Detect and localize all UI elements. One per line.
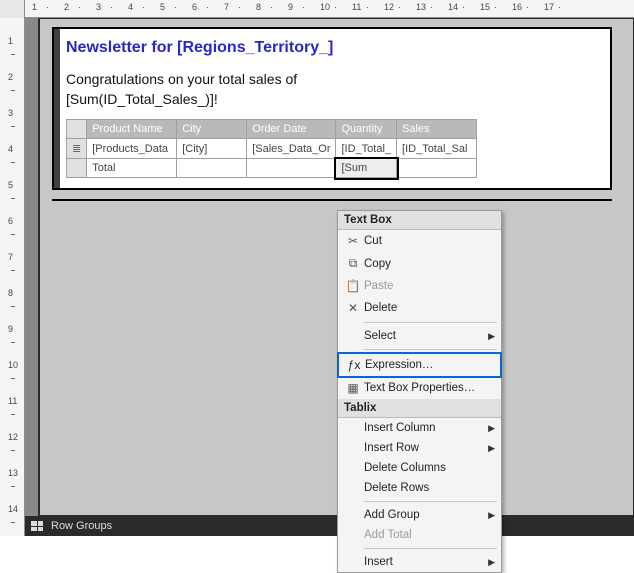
row-handle[interactable]: ≣: [67, 139, 87, 159]
ctx-label: Text Box Properties…: [364, 382, 495, 394]
col-header[interactable]: City: [177, 120, 247, 139]
col-header[interactable]: Order Date: [247, 120, 336, 139]
selected-cell[interactable]: [Sum: [336, 159, 397, 178]
ctx-paste: 📋 Paste: [338, 275, 501, 297]
ctx-cut[interactable]: ✂ Cut: [338, 230, 501, 252]
col-header[interactable]: Quantity: [336, 120, 397, 139]
delete-icon: ✕: [342, 301, 364, 315]
tablix-footer-row[interactable]: Total [Sum: [67, 159, 477, 178]
ctx-copy[interactable]: ⧉ Copy: [338, 252, 501, 275]
cut-icon: ✂: [342, 234, 364, 248]
row-handle[interactable]: [67, 120, 87, 139]
ctx-separator: [364, 548, 497, 549]
cell[interactable]: [Products_Data: [87, 139, 177, 159]
fx-icon: ƒx: [343, 358, 365, 372]
ctx-insert[interactable]: Insert ▶: [338, 552, 501, 572]
ctx-label: Select: [364, 330, 488, 342]
cell[interactable]: [City]: [177, 139, 247, 159]
col-header[interactable]: Product Name: [87, 120, 177, 139]
cell[interactable]: [177, 159, 247, 178]
ctx-header-tablix: Tablix: [338, 399, 501, 418]
ctx-separator: [364, 349, 497, 350]
ctx-label: Paste: [364, 280, 495, 292]
ctx-label: Delete Rows: [364, 482, 495, 494]
ctx-label: Expression…: [365, 359, 494, 371]
chevron-right-icon: ▶: [488, 510, 495, 521]
cell[interactable]: [247, 159, 336, 178]
ctx-delete-columns[interactable]: Delete Columns: [338, 458, 501, 478]
ctx-label: Cut: [364, 235, 495, 247]
ctx-label: Add Group: [364, 509, 488, 521]
ctx-delete[interactable]: ✕ Delete: [338, 297, 501, 319]
tablix-detail-row[interactable]: ≣ [Products_Data [City] [Sales_Data_Or […: [67, 139, 477, 159]
chevron-right-icon: ▶: [488, 557, 495, 568]
design-surface: Newsletter for [Regions_Territory_] Cong…: [25, 18, 634, 536]
ctx-insert-row[interactable]: Insert Row ▶: [338, 438, 501, 458]
tablix[interactable]: Product Name City Order Date Quantity Sa…: [66, 119, 598, 178]
row-handle[interactable]: [67, 159, 87, 178]
ctx-expression[interactable]: ƒx Expression…: [337, 352, 502, 378]
ctx-add-group[interactable]: Add Group ▶: [338, 505, 501, 525]
ctx-delete-rows[interactable]: Delete Rows: [338, 478, 501, 498]
ctx-label: Add Total: [364, 529, 495, 541]
ctx-select[interactable]: Select ▶: [338, 326, 501, 346]
ctx-add-total: Add Total: [338, 525, 501, 545]
paste-icon: 📋: [342, 279, 364, 293]
tablix-header-row[interactable]: Product Name City Order Date Quantity Sa…: [67, 120, 477, 139]
cell[interactable]: Total: [87, 159, 177, 178]
context-menu: Text Box ✂ Cut ⧉ Copy 📋 Paste ✕ Delete S…: [337, 210, 502, 573]
ctx-textbox-properties[interactable]: ▦ Text Box Properties…: [338, 377, 501, 399]
chevron-right-icon: ▶: [488, 423, 495, 434]
ctx-header-textbox: Text Box: [338, 211, 501, 230]
report-body[interactable]: Newsletter for [Regions_Territory_] Cong…: [52, 27, 612, 190]
ctx-label: Insert Row: [364, 442, 488, 454]
report-subtitle-1[interactable]: Congratulations on your total sales of: [66, 71, 598, 87]
ctx-insert-column[interactable]: Insert Column ▶: [338, 418, 501, 438]
cell[interactable]: [ID_Total_Sal: [397, 139, 477, 159]
cell[interactable]: [397, 159, 477, 178]
chevron-right-icon: ▶: [488, 331, 495, 342]
ctx-separator: [364, 501, 497, 502]
ctx-label: Insert Column: [364, 422, 488, 434]
col-header[interactable]: Sales: [397, 120, 477, 139]
copy-icon: ⧉: [342, 256, 364, 271]
report-title[interactable]: Newsletter for [Regions_Territory_]: [66, 39, 598, 57]
properties-icon: ▦: [342, 381, 364, 395]
cell[interactable]: [ID_Total_: [336, 139, 397, 159]
report-subtitle-2[interactable]: [Sum(ID_Total_Sales_)]!: [66, 91, 598, 107]
horizontal-ruler: 1·2·3·4·5·6·7·8·9·10·11·12·13·14·15·16·1…: [0, 0, 634, 18]
ruler-corner: [0, 0, 25, 18]
row-groups-label: Row Groups: [51, 520, 112, 532]
surface-left-strip: [25, 18, 39, 516]
ctx-label: Delete Columns: [364, 462, 495, 474]
ctx-label: Insert: [364, 556, 488, 568]
ctx-label: Delete: [364, 302, 495, 314]
vertical-ruler: 1234567891011121314: [0, 18, 25, 536]
ctx-label: Copy: [364, 258, 495, 270]
cell[interactable]: [Sales_Data_Or: [247, 139, 336, 159]
chevron-right-icon: ▶: [488, 443, 495, 454]
row-groups-bar[interactable]: Row Groups: [25, 516, 634, 536]
ctx-separator: [364, 322, 497, 323]
row-groups-icon: [31, 521, 43, 531]
